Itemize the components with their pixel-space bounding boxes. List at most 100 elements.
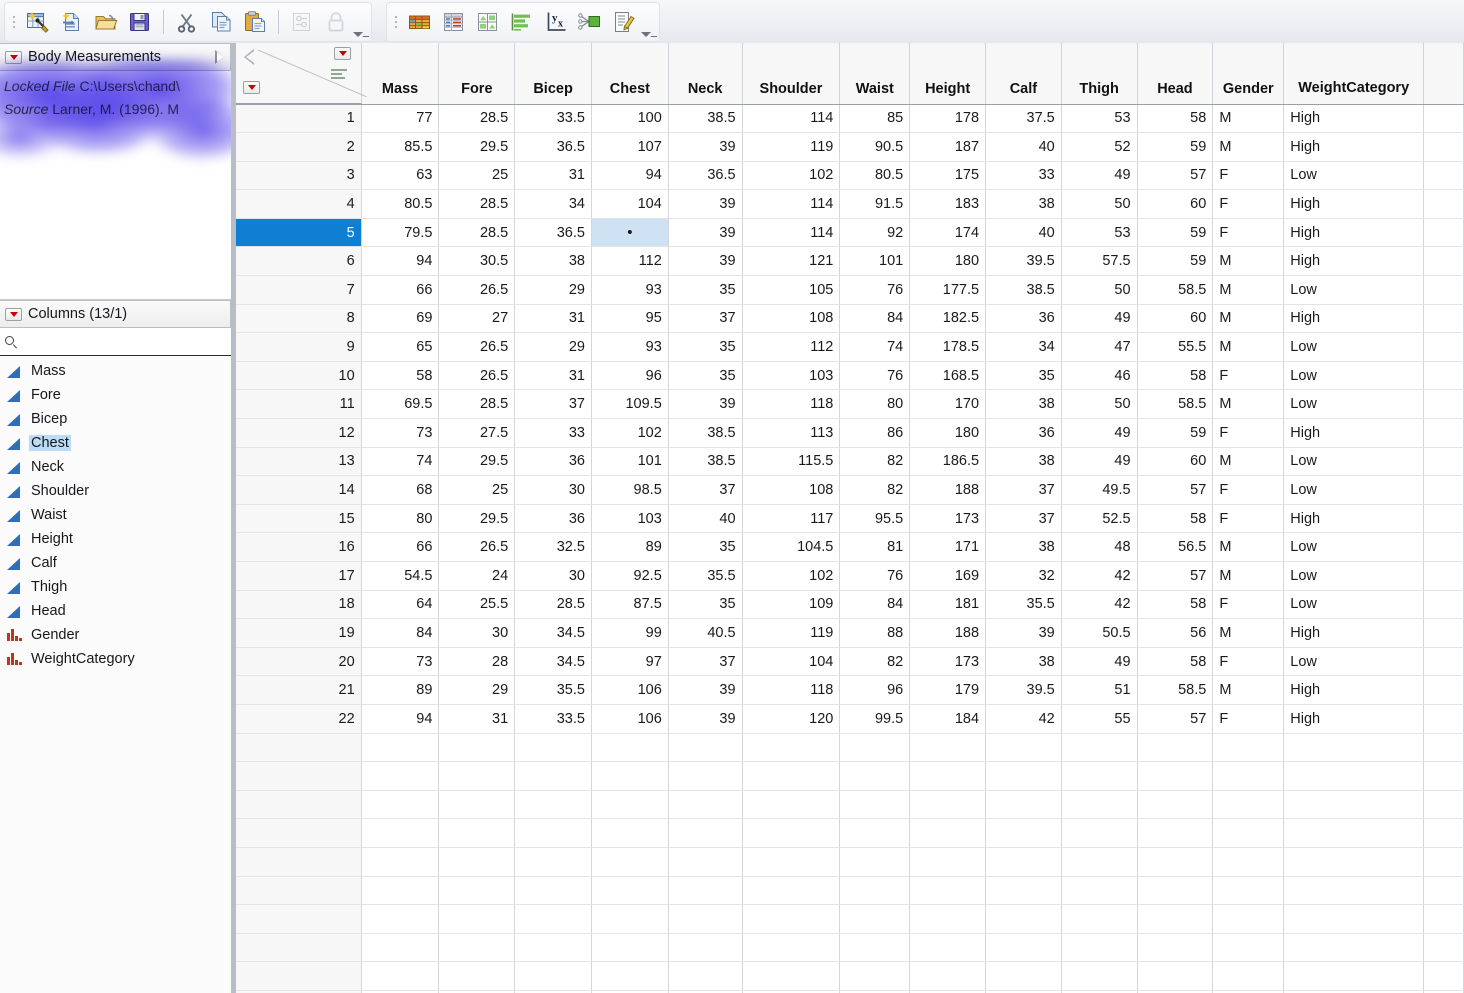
table-cell[interactable]: 34.5 [514, 647, 592, 677]
table-cell[interactable]: 35 [668, 532, 743, 562]
empty-row[interactable] [236, 847, 1464, 877]
table-row[interactable]: 8 69 27 31 95 37 108 84 182.5 36 49 60 M High [236, 304, 1464, 334]
table-cell[interactable]: 29 [438, 675, 516, 705]
table-cell[interactable]: High [1283, 504, 1425, 534]
table-cell[interactable]: 180 [909, 418, 987, 448]
table-cell[interactable]: 89 [361, 675, 440, 705]
empty-row[interactable] [236, 790, 1464, 820]
table-cell[interactable]: F [1212, 590, 1285, 620]
table-row[interactable]: 13 74 29.5 36 101 38.5 115.5 82 186.5 38 49 60 M Low [236, 447, 1464, 477]
row-state-bars-icon[interactable] [331, 69, 347, 80]
table-cell[interactable]: 73 [361, 418, 440, 448]
table-cell[interactable]: 170 [909, 389, 987, 420]
row-number-cell[interactable]: 20 [236, 647, 362, 677]
table-cell[interactable]: 77 [361, 104, 440, 134]
table-cell[interactable]: 39 [985, 618, 1062, 648]
table-cell[interactable]: 84 [839, 304, 911, 334]
table-cell[interactable] [1423, 418, 1464, 448]
table-cell[interactable]: 58 [1137, 104, 1214, 134]
table-cell[interactable]: 79.5 [361, 218, 440, 248]
table-cell[interactable]: M [1212, 132, 1285, 162]
column-header-gender[interactable]: Gender [1212, 43, 1285, 105]
table-cell[interactable]: 108 [742, 475, 841, 505]
table-cell[interactable]: 50 [1061, 275, 1138, 305]
table-cell[interactable]: 27 [438, 304, 516, 334]
row-number-cell[interactable]: 10 [236, 361, 362, 391]
table-cell[interactable]: 65 [361, 332, 440, 362]
table-cell[interactable]: 37.5 [985, 104, 1062, 134]
table-cell[interactable]: 93 [591, 332, 669, 362]
table-row[interactable]: 2 85.5 29.5 36.5 107 39 119 90.5 187 40 52 59 M High [236, 132, 1464, 162]
table-cell[interactable]: • [591, 218, 669, 248]
table-cell[interactable]: 37 [985, 504, 1062, 534]
table-cell[interactable]: 46 [1061, 361, 1138, 391]
table-cell[interactable]: 53 [1061, 104, 1138, 134]
table-cell[interactable]: 102 [591, 418, 669, 448]
table-cell[interactable]: 55.5 [1137, 332, 1214, 362]
table-cell[interactable]: 188 [909, 475, 987, 505]
lock-icon[interactable] [319, 5, 353, 39]
table-cell[interactable]: 175 [909, 161, 987, 191]
table-cell[interactable]: 182.5 [909, 304, 987, 334]
column-header-neck[interactable]: Neck [668, 43, 743, 105]
table-cell[interactable]: 60 [1137, 189, 1214, 219]
column-header-mass[interactable]: Mass [361, 43, 440, 105]
toolbar-gripper[interactable] [10, 10, 18, 34]
table-cell[interactable]: 109 [742, 590, 841, 620]
row-number-cell[interactable]: 8 [236, 304, 362, 334]
table-cell[interactable]: 31 [514, 304, 592, 334]
table-cell[interactable]: 39.5 [985, 246, 1062, 277]
table-cell[interactable]: High [1283, 418, 1425, 448]
table-cell[interactable]: 24 [438, 561, 516, 591]
table-cell[interactable]: F [1212, 647, 1285, 677]
table-cell[interactable]: 38 [514, 246, 592, 277]
table-cell[interactable] [1423, 304, 1464, 334]
table-cell[interactable]: 50.5 [1061, 618, 1138, 648]
empty-row[interactable] [236, 761, 1464, 791]
table-cell[interactable]: 35 [668, 275, 743, 305]
column-info-icon[interactable] [437, 5, 471, 39]
table-cell[interactable]: 99 [591, 618, 669, 648]
table-cell[interactable]: 28 [438, 647, 516, 677]
table-cell[interactable]: 118 [742, 389, 841, 420]
table-cell[interactable]: 95.5 [839, 504, 911, 534]
table-cell[interactable]: 32 [985, 561, 1062, 591]
table-cell[interactable] [1423, 389, 1464, 420]
table-cell[interactable]: High [1283, 218, 1425, 248]
table-cell[interactable]: M [1212, 618, 1285, 648]
table-cell[interactable]: 174 [909, 218, 987, 248]
table-cell[interactable]: 57 [1137, 704, 1214, 734]
table-cell[interactable]: 36 [514, 504, 592, 534]
table-cell[interactable]: 183 [909, 189, 987, 219]
row-number-cell[interactable]: 19 [236, 618, 362, 648]
table-cell[interactable]: 38.5 [668, 104, 743, 134]
columns-panel-header[interactable]: Columns (13/1) [0, 300, 231, 328]
row-number-cell[interactable]: 12 [236, 418, 362, 448]
new-script-icon[interactable] [55, 5, 89, 39]
table-cell[interactable]: 104 [591, 189, 669, 219]
table-cell[interactable]: Low [1283, 590, 1425, 620]
table-cell[interactable]: M [1212, 246, 1285, 277]
table-cell[interactable]: 31 [438, 704, 516, 734]
table-cell[interactable]: Low [1283, 475, 1425, 505]
table-cell[interactable]: F [1212, 361, 1285, 391]
table-cell[interactable]: 92.5 [591, 561, 669, 591]
table-cell[interactable]: Low [1283, 389, 1425, 420]
table-cell[interactable]: 169 [909, 561, 987, 591]
table-cell[interactable]: High [1283, 189, 1425, 219]
table-cell[interactable]: 118 [742, 675, 841, 705]
table-cell[interactable]: 114 [742, 104, 841, 134]
table-cell[interactable]: 37 [985, 475, 1062, 505]
table-cell[interactable] [1423, 332, 1464, 362]
table-cell[interactable]: Low [1283, 161, 1425, 191]
table-cell[interactable]: 33 [514, 418, 592, 448]
table-cell[interactable]: 100 [591, 104, 669, 134]
table-cell[interactable]: 56.5 [1137, 532, 1214, 562]
table-cell[interactable]: 39 [668, 189, 743, 219]
table-cell[interactable]: 31 [514, 161, 592, 191]
table-cell[interactable]: 29.5 [438, 504, 516, 534]
table-cell[interactable]: 84 [839, 590, 911, 620]
table-cell[interactable]: 120 [742, 704, 841, 734]
table-cell[interactable]: 35 [668, 332, 743, 362]
table-cell[interactable]: Low [1283, 447, 1425, 477]
